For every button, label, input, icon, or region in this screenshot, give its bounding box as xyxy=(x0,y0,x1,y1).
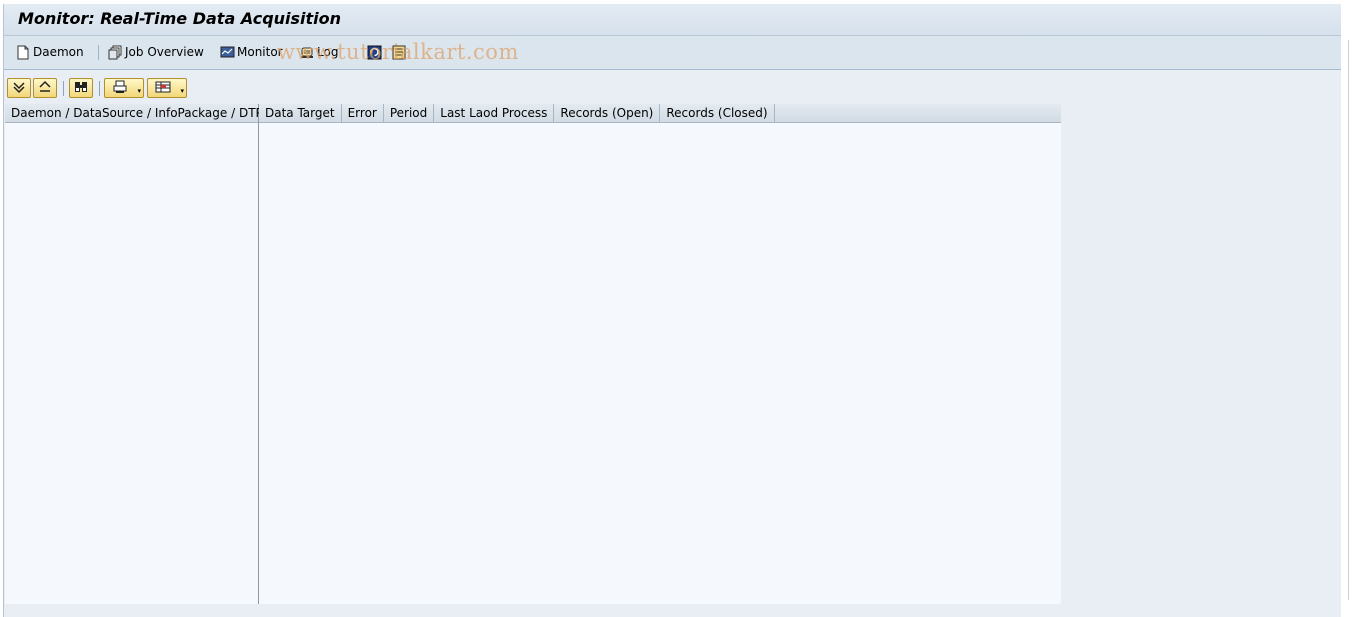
application-toolbar: Daemon Job Overview Monitor Log www.tuto… xyxy=(4,36,1341,70)
log-button[interactable]: Log xyxy=(300,42,338,62)
tree-column-header[interactable]: Daemon / DataSource / InfoPackage / DTP xyxy=(5,104,263,122)
column-header-data-target[interactable]: Data Target xyxy=(259,104,342,122)
monitor-button-label: Monitor xyxy=(237,45,283,59)
column-header-records-closed[interactable]: Records (Closed) xyxy=(660,104,775,122)
find-button[interactable] xyxy=(69,78,93,98)
dropdown-arrow-icon: ▾ xyxy=(137,87,141,95)
monitor-icon xyxy=(220,45,235,60)
page-title: Monitor: Real-Time Data Acquisition xyxy=(18,9,342,28)
window-edge xyxy=(1341,0,1354,617)
list-button[interactable] xyxy=(392,42,409,62)
print-button[interactable]: ▾ xyxy=(104,78,144,98)
column-header-period[interactable]: Period xyxy=(384,104,435,122)
tree-panel[interactable]: Daemon / DataSource / InfoPackage / DTP xyxy=(5,104,263,604)
table-layout-icon xyxy=(155,80,171,97)
toolbar-separator xyxy=(63,81,64,96)
collapse-all-button[interactable] xyxy=(33,78,57,98)
column-header-error[interactable]: Error xyxy=(342,104,384,122)
job-overview-button-label: Job Overview xyxy=(125,45,204,59)
expand-icon xyxy=(12,80,26,97)
refresh-icon xyxy=(367,45,382,60)
print-icon xyxy=(113,80,127,97)
log-icon xyxy=(300,45,314,60)
dropdown-arrow-icon: ▾ xyxy=(180,87,184,95)
expand-all-button[interactable] xyxy=(7,78,31,98)
job-overview-icon xyxy=(108,45,122,60)
column-header-records-open[interactable]: Records (Open) xyxy=(554,104,661,122)
daemon-button-label: Daemon xyxy=(33,45,84,59)
monitor-button[interactable]: Monitor xyxy=(220,42,283,62)
collapse-icon xyxy=(38,80,52,97)
sap-window: Monitor: Real-Time Data Acquisition Daem… xyxy=(3,4,1342,617)
document-icon xyxy=(16,45,30,60)
layout-button[interactable]: ▾ xyxy=(147,78,187,98)
toolbar-separator xyxy=(98,45,99,60)
daemon-button[interactable]: Daemon xyxy=(16,42,84,62)
job-overview-button[interactable]: Job Overview xyxy=(108,42,204,62)
title-bar: Monitor: Real-Time Data Acquisition xyxy=(4,4,1341,36)
binoculars-icon xyxy=(74,80,88,97)
data-grid[interactable]: Data Target Error Period Last Laod Proce… xyxy=(259,104,1061,604)
column-header-last-load-process[interactable]: Last Laod Process xyxy=(434,104,555,122)
log-button-label: Log xyxy=(317,45,339,59)
toolbar-separator xyxy=(99,81,100,96)
refresh-button[interactable] xyxy=(367,42,384,62)
grid-header: Data Target Error Period Last Laod Proce… xyxy=(259,104,1061,123)
tree-header: Daemon / DataSource / InfoPackage / DTP xyxy=(5,104,263,123)
list-icon xyxy=(392,45,406,60)
scrollbar-track[interactable] xyxy=(1348,40,1349,600)
